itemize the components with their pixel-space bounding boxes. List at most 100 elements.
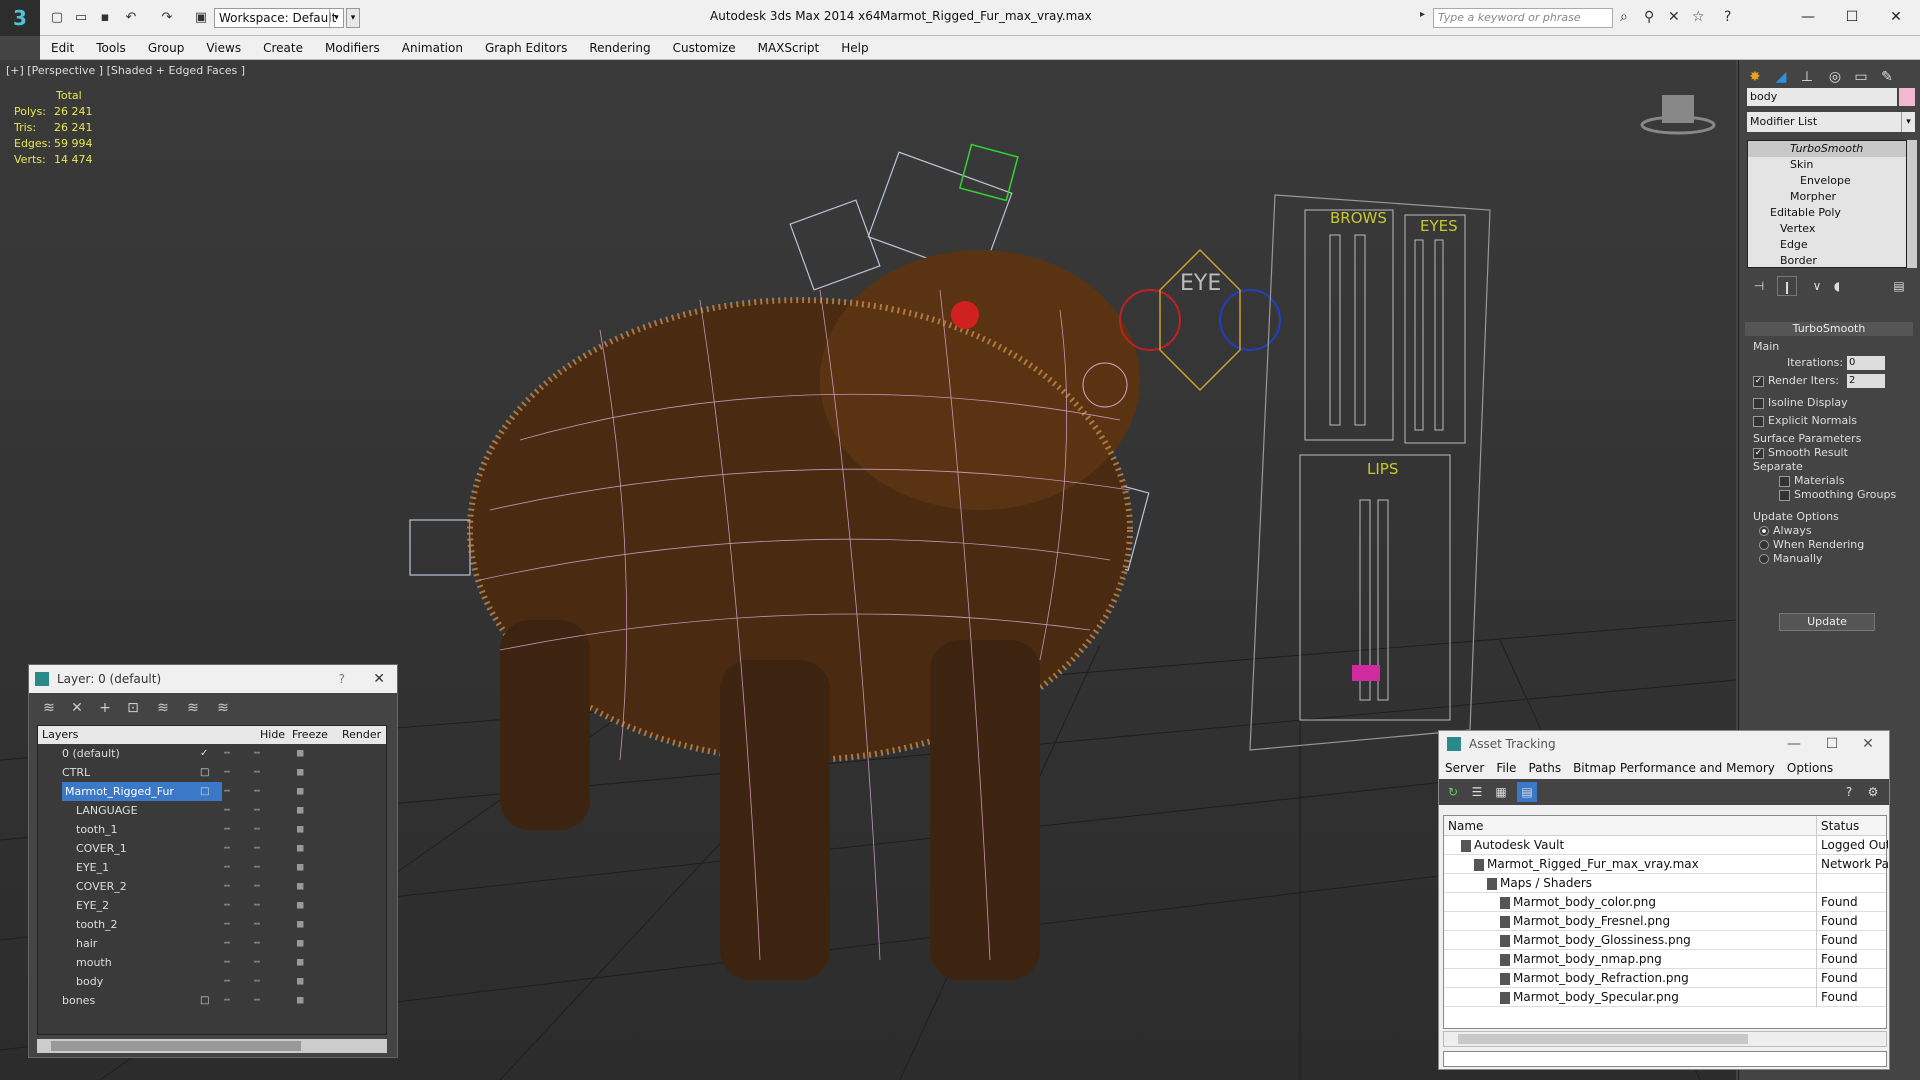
menu-create[interactable]: Create xyxy=(252,36,314,60)
asset-dialog-titlebar[interactable]: Asset Tracking — ☐ ✕ xyxy=(1439,731,1889,757)
render-toggle[interactable]: ◼ xyxy=(296,877,304,896)
modifier-stack[interactable]: TurboSmooth Skin Envelope Morpher Editab… xyxy=(1747,140,1907,268)
eye-controls[interactable]: EYE xyxy=(1119,248,1281,392)
delete-layer-icon[interactable]: ✕ xyxy=(65,697,89,719)
freeze-toggle[interactable]: ┅ xyxy=(254,915,260,934)
viewport-label[interactable]: [+] [Perspective ] [Shaded + Edged Faces… xyxy=(6,64,245,77)
update-button[interactable]: Update xyxy=(1779,613,1875,631)
stack-item-envelope[interactable]: Envelope xyxy=(1748,173,1906,189)
materials-checkbox[interactable] xyxy=(1779,475,1790,487)
table-row[interactable]: Marmot_Rigged_Fur_max_vray.max Network Pa… xyxy=(1444,855,1888,874)
table-row[interactable]: tooth_1 ┅ ┅ ◼ xyxy=(38,820,386,839)
table-row[interactable]: EYE_2 ┅ ┅ ◼ xyxy=(38,896,386,915)
asset-menu-options[interactable]: Options xyxy=(1781,757,1839,779)
refresh-icon[interactable]: ↻ xyxy=(1443,782,1463,802)
freeze-toggle[interactable]: ┅ xyxy=(254,972,260,991)
menu-maxscript[interactable]: MAXScript xyxy=(747,36,831,60)
context-help-icon[interactable]: ⚙ xyxy=(1863,782,1883,802)
freeze-toggle[interactable]: ┅ xyxy=(254,820,260,839)
subscription-icon[interactable]: ⚲ xyxy=(1644,9,1654,25)
render-toggle[interactable]: ◼ xyxy=(296,801,304,820)
undo-icon[interactable]: ↶ xyxy=(122,9,140,27)
table-row[interactable]: Marmot_body_Glossiness.png Found xyxy=(1444,931,1886,950)
hide-toggle[interactable]: ┅ xyxy=(224,782,230,801)
stack-item-turbosmooth[interactable]: TurboSmooth xyxy=(1748,141,1906,157)
smooth-result-checkbox[interactable]: ✓ xyxy=(1753,447,1764,459)
pin-stack-icon[interactable]: ⊣ xyxy=(1749,276,1769,296)
asset-path-field[interactable] xyxy=(1443,1051,1887,1067)
hide-toggle[interactable]: ┅ xyxy=(224,953,230,972)
render-toggle[interactable]: ◼ xyxy=(296,972,304,991)
favorites-star-icon[interactable]: ☆ xyxy=(1692,9,1705,25)
turbosmooth-rollout-header[interactable]: TurboSmooth xyxy=(1745,322,1913,336)
minimize-icon[interactable]: — xyxy=(1777,731,1811,757)
list-view-icon[interactable]: ☰ xyxy=(1467,782,1487,802)
menu-customize[interactable]: Customize xyxy=(662,36,747,60)
stack-scrollbar[interactable] xyxy=(1907,140,1917,268)
scrollbar-thumb[interactable] xyxy=(51,1041,301,1051)
column-header-render[interactable]: Render xyxy=(342,726,381,744)
column-header-name[interactable]: Name xyxy=(1448,816,1483,836)
hide-toggle[interactable]: ┅ xyxy=(224,991,230,1010)
remove-modifier-icon[interactable]: ◖ xyxy=(1827,276,1847,296)
menu-help[interactable]: Help xyxy=(830,36,879,60)
menu-animation[interactable]: Animation xyxy=(391,36,474,60)
hierarchy-tab-icon[interactable]: ⊥ xyxy=(1795,66,1819,88)
hide-toggle[interactable]: ┅ xyxy=(224,820,230,839)
app-logo-button[interactable]: 3 xyxy=(0,0,40,36)
select-objects-icon[interactable]: ⊡ xyxy=(121,697,145,719)
manually-radio[interactable] xyxy=(1759,554,1769,564)
hide-toggle[interactable]: ┅ xyxy=(224,763,230,782)
hide-toggle[interactable]: ┅ xyxy=(224,934,230,953)
stack-item-morpher[interactable]: Morpher xyxy=(1748,189,1906,205)
display-tab-icon[interactable]: ▭ xyxy=(1849,66,1873,88)
render-toggle[interactable]: ◼ xyxy=(296,763,304,782)
current-layer-indicator[interactable]: ✓ xyxy=(200,744,208,763)
scrollbar-thumb[interactable] xyxy=(1458,1034,1748,1044)
always-option[interactable]: Always xyxy=(1759,524,1812,537)
smoothing-groups-checkbox[interactable] xyxy=(1779,489,1790,501)
table-row[interactable]: Maps / Shaders xyxy=(1444,874,1886,893)
asset-menu-file[interactable]: File xyxy=(1490,757,1522,779)
object-name-field[interactable]: body xyxy=(1747,88,1897,106)
stack-item-border[interactable]: Border xyxy=(1748,253,1906,269)
menu-modifiers[interactable]: Modifiers xyxy=(314,36,391,60)
search-input[interactable]: Type a keyword or phrase xyxy=(1433,8,1613,28)
asset-menu-bitmap-performance[interactable]: Bitmap Performance and Memory xyxy=(1567,757,1781,779)
render-toggle[interactable]: ◼ xyxy=(296,782,304,801)
menu-edit[interactable]: Edit xyxy=(40,36,85,60)
close-icon[interactable]: ✕ xyxy=(373,665,385,693)
current-layer-indicator[interactable]: □ xyxy=(200,763,209,782)
render-toggle[interactable]: ◼ xyxy=(296,820,304,839)
table-row[interactable]: tooth_2 ┅ ┅ ◼ xyxy=(38,915,386,934)
table-row[interactable]: bones □ ┅ ┅ ◼ xyxy=(38,991,386,1010)
help-icon[interactable]: ? xyxy=(1839,782,1859,802)
iterations-spinner[interactable]: 0 xyxy=(1847,356,1885,370)
show-end-result-icon[interactable]: ❙ xyxy=(1777,276,1797,296)
workspace-dropdown[interactable]: Workspace: Default ▾ xyxy=(214,8,344,28)
search-expand-icon[interactable]: ▸ xyxy=(1420,9,1425,20)
hide-toggle[interactable]: ┅ xyxy=(224,801,230,820)
close-icon[interactable]: ✕ xyxy=(1851,731,1885,757)
open-file-icon[interactable]: ▭ xyxy=(72,9,90,27)
freeze-toggle[interactable]: ┅ xyxy=(254,763,260,782)
hide-toggle[interactable]: ┅ xyxy=(224,915,230,934)
render-toggle[interactable]: ◼ xyxy=(296,744,304,763)
hide-all-layers-icon[interactable]: ≋ xyxy=(181,697,205,719)
hide-toggle[interactable]: ┅ xyxy=(224,896,230,915)
freeze-toggle[interactable]: ┅ xyxy=(254,782,260,801)
render-toggle[interactable]: ◼ xyxy=(296,896,304,915)
table-row[interactable]: Marmot_body_Fresnel.png Found xyxy=(1444,912,1886,931)
freeze-toggle[interactable]: ┅ xyxy=(254,801,260,820)
render-iters-spinner[interactable]: 2 xyxy=(1847,374,1885,388)
head-control-box[interactable] xyxy=(958,143,1019,202)
when-rendering-option[interactable]: When Rendering xyxy=(1759,538,1864,551)
isoline-option[interactable]: Isoline Display xyxy=(1753,396,1848,409)
motion-tab-icon[interactable]: ◎ xyxy=(1823,66,1847,88)
menu-tools[interactable]: Tools xyxy=(85,36,137,60)
table-row[interactable]: 0 (default) ✓ ┅ ┅ ◼ xyxy=(38,744,386,763)
stack-item-editable-poly[interactable]: Editable Poly xyxy=(1748,205,1906,221)
communication-center-icon[interactable]: ✕ xyxy=(1668,9,1680,25)
render-toggle[interactable]: ◼ xyxy=(296,991,304,1010)
render-toggle[interactable]: ◼ xyxy=(296,858,304,877)
